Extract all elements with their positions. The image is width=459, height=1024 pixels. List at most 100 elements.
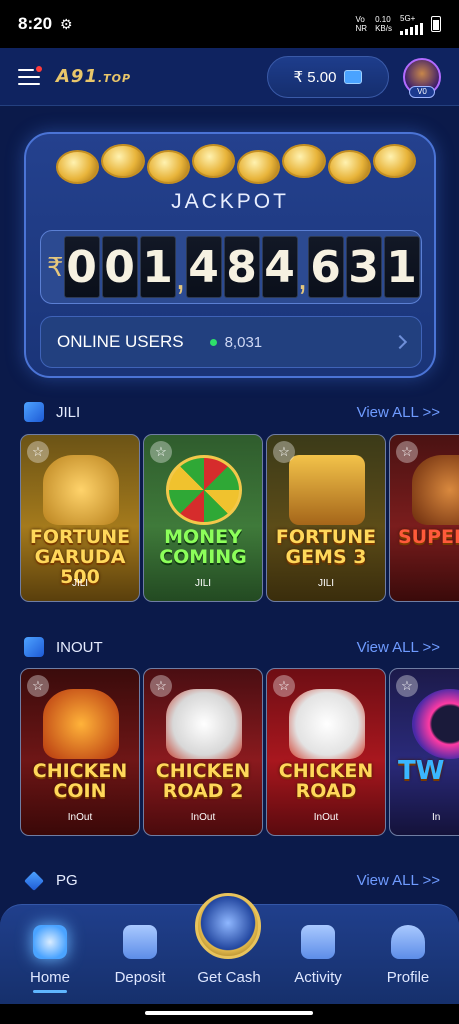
vip-badge: V0 [409,85,435,98]
game-provider: In [432,812,441,823]
jackpot-digit: 4 [261,236,298,298]
game-card[interactable]: ☆ SUPER DE [389,434,459,602]
menu-icon[interactable] [18,65,42,86]
view-all-link[interactable]: View ALL >> [357,404,440,421]
online-users-label: ONLINE USERS [57,332,184,351]
game-provider: InOut [313,812,339,823]
status-time: 8:20 [18,14,53,33]
section-title: JILI [56,403,81,421]
online-users-row[interactable]: ONLINE USERS 8,031 [40,316,422,368]
pg-section-icon [24,870,44,891]
balance-amount: ₹ 5.00 [293,68,337,86]
section-header-jili: JILI View ALL >> [24,402,440,422]
jackpot-separator: , [175,256,186,297]
volte-indicator: Vo NR [356,15,368,33]
section-header-inout: INOUT View ALL >> [24,637,440,657]
game-card[interactable]: ☆ FORTUNE GEMS 3 JILI [266,434,386,602]
game-art [289,455,365,525]
home-icon [33,925,67,959]
favorite-star-icon[interactable]: ☆ [150,441,172,463]
get-cash-icon[interactable] [195,893,261,959]
profile-icon [391,925,425,959]
logo-suffix: .TOP [97,72,132,85]
jackpot-digit: 4 [185,236,222,298]
nr-label: NR [355,24,368,33]
favorite-star-icon[interactable]: ☆ [273,441,295,463]
game-art [412,455,459,525]
jackpot-title: JACKPOT [171,190,289,213]
jackpot-currency: ₹ [47,251,64,282]
favorite-star-icon[interactable]: ☆ [396,441,418,463]
wallet-refresh-icon[interactable] [344,69,363,84]
jackpot-separator: , [297,256,308,297]
gesture-handle[interactable] [145,1011,313,1015]
game-provider: InOut [190,812,216,823]
game-card[interactable]: ☆ FORTUNE GARUDA 500 JILI [20,434,140,602]
game-art [43,689,119,759]
nav-label: Home [29,969,70,986]
game-title: CHICKEN COIN [32,760,128,802]
favorite-star-icon[interactable]: ☆ [396,675,418,697]
view-all-link[interactable]: View ALL >> [357,639,440,656]
notification-dot-icon [36,65,42,72]
game-title: CHICKEN ROAD [278,760,374,802]
game-card[interactable]: ☆ CHICKEN ROAD 2 InOut [143,668,263,836]
jackpot-digit: 0 [63,236,100,298]
jackpot-counter: ₹ 0 0 1 , 4 8 4 , 6 3 1 [40,230,422,304]
game-title: FORTUNE GEMS 3 [275,526,377,568]
nav-profile[interactable]: Profile [362,925,454,986]
game-art [43,455,119,525]
app-logo[interactable]: A91.TOP [56,66,131,87]
game-card[interactable]: ☆ MONEY COMING JILI [143,434,263,602]
network-indicator: 5G+ [400,14,423,35]
favorite-star-icon[interactable]: ☆ [27,441,49,463]
game-provider: JILI [317,578,335,589]
game-provider: JILI [194,578,212,589]
game-row-inout: ☆ CHICKEN COIN InOut ☆ CHICKEN ROAD 2 In… [18,668,459,838]
favorite-star-icon[interactable]: ☆ [273,675,295,697]
jackpot-digit-group: 4 8 4 [185,236,298,298]
app-header: A91.TOP ₹ 5.00 V0 [0,48,459,106]
jackpot-digit: 0 [101,236,138,298]
avatar[interactable]: V0 [403,57,441,98]
jackpot-digit: 1 [139,236,176,298]
jackpot-card: JACKPOT ₹ 0 0 1 , 4 8 4 , 6 3 1 ONLINE U… [24,132,436,378]
game-provider: InOut [67,812,93,823]
nav-activity[interactable]: Activity [272,925,364,986]
jackpot-digit-group: 0 0 1 [63,236,176,298]
balance-button[interactable]: ₹ 5.00 [267,55,389,98]
game-art [289,689,365,759]
nav-deposit[interactable]: Deposit [94,925,186,986]
speed-indicator: 0.10 KB/s [375,15,392,33]
settings-gear-icon: ⚙ [60,15,73,32]
wallet-icon [123,925,157,959]
game-art [166,689,242,759]
favorite-star-icon[interactable]: ☆ [27,675,49,697]
jackpot-digit: 6 [307,236,344,298]
active-indicator [33,990,67,993]
online-status-icon [209,338,217,346]
favorite-star-icon[interactable]: ☆ [150,675,172,697]
game-art [412,689,459,759]
online-users-count: 8,031 [224,333,263,351]
network-label: 5G+ [400,13,416,23]
game-card[interactable]: ☆ CHICKEN ROAD InOut [266,668,386,836]
game-card[interactable]: ☆ TW In [389,668,459,836]
nav-label: Profile [386,969,430,986]
jili-section-icon [24,402,44,422]
jackpot-digit-group: 6 3 1 [307,236,420,298]
status-bar: 8:20 ⚙ Vo NR 0.10 KB/s 5G+ [0,0,459,48]
chevron-right-icon [392,334,408,350]
view-all-link[interactable]: View ALL >> [357,872,440,889]
nav-home[interactable]: Home [4,925,96,993]
nav-get-cash[interactable]: Get Cash [183,959,275,986]
jackpot-digit: 8 [223,236,260,298]
signal-icon [400,22,423,35]
gold-coins-decoration [56,140,416,184]
game-title: TW [398,756,445,786]
game-art [166,455,242,525]
game-card[interactable]: ☆ CHICKEN COIN InOut [20,668,140,836]
section-header-pg: PG View ALL >> [24,870,440,891]
game-provider: JILI [71,578,89,589]
game-title: MONEY COMING [159,526,247,568]
